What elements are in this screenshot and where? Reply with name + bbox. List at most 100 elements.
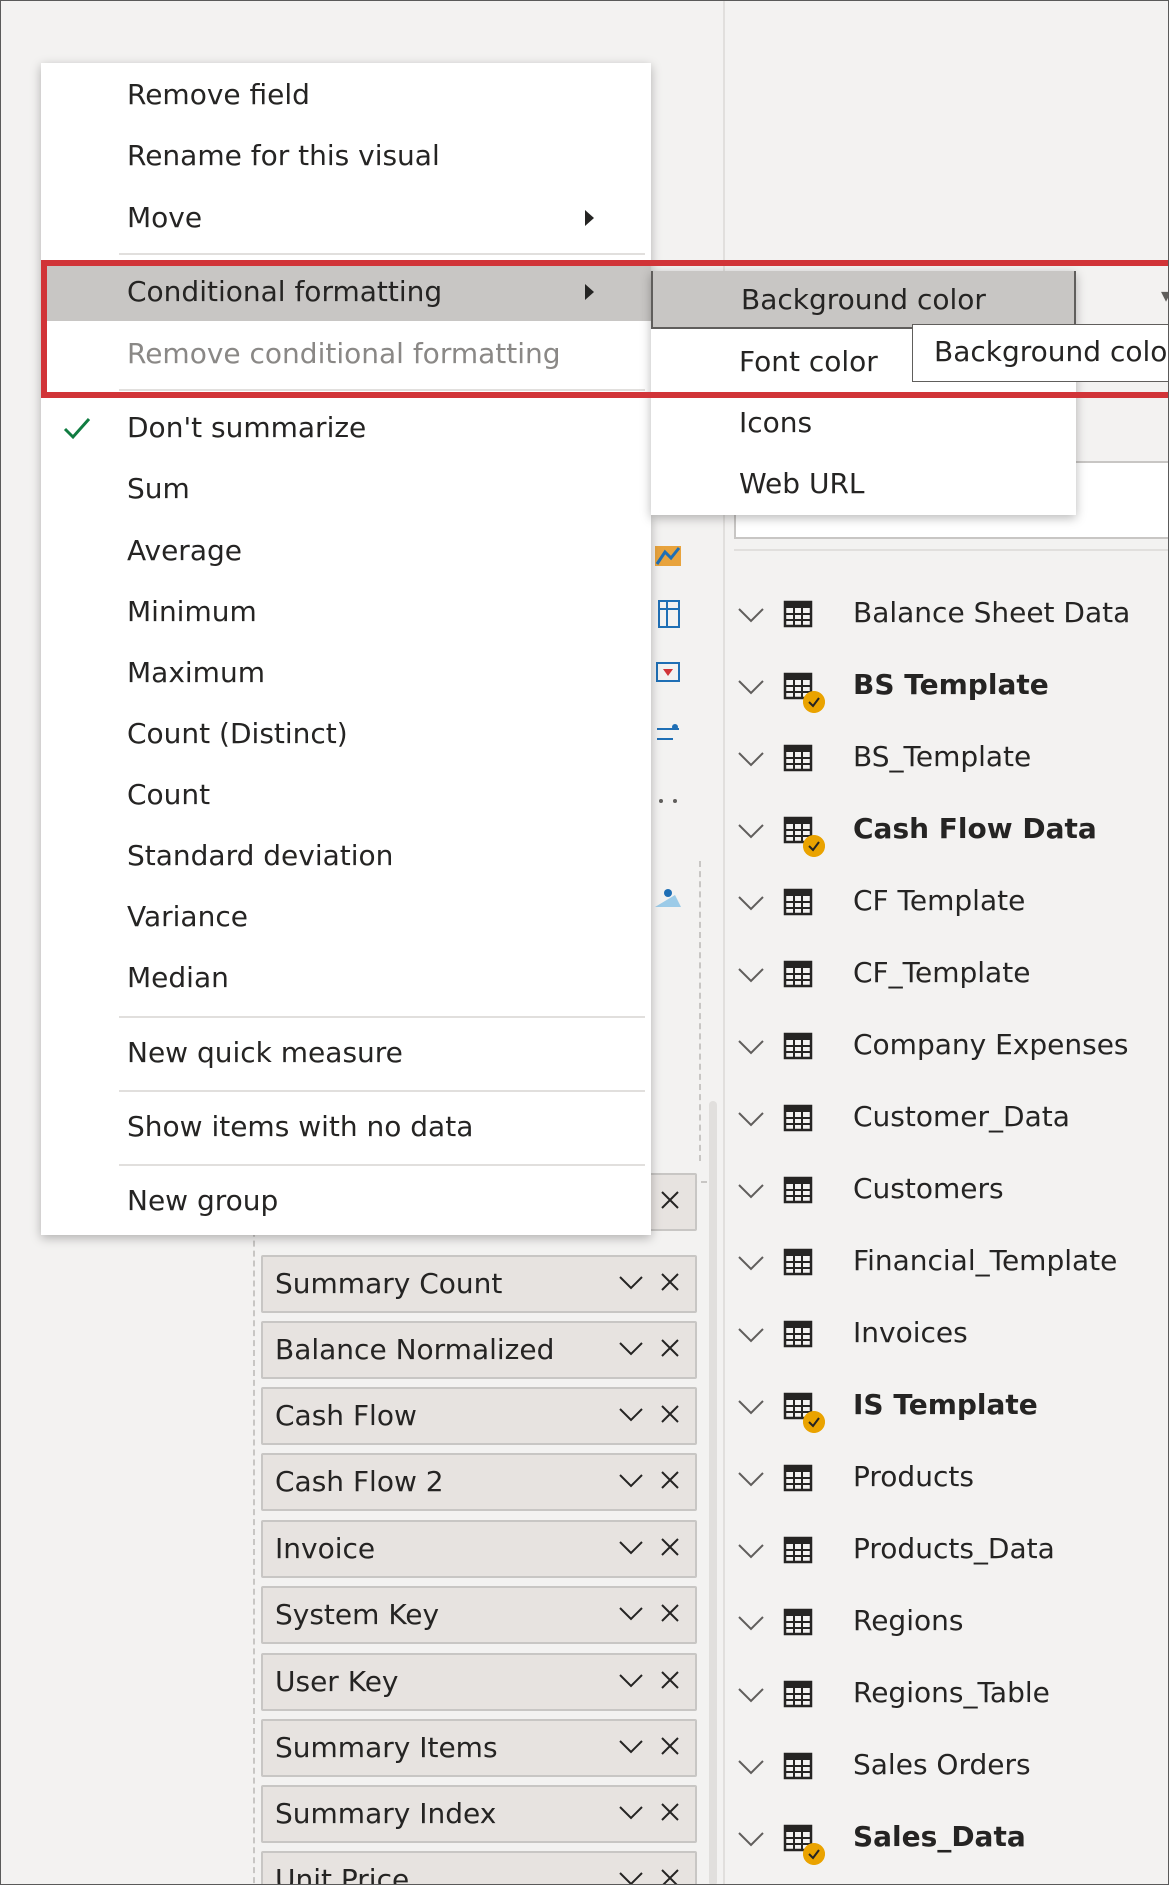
chevron-down-icon[interactable] bbox=[737, 893, 765, 913]
submenu-item-background-color[interactable]: Background color bbox=[651, 271, 1076, 329]
remove-field-icon[interactable] bbox=[659, 1669, 681, 1691]
chevron-down-icon[interactable] bbox=[737, 1613, 765, 1633]
map-visual-icon[interactable] bbox=[651, 538, 685, 572]
menu-item-count[interactable]: Count bbox=[41, 766, 651, 824]
menu-item-show-items-no-data[interactable]: Show items with no data bbox=[41, 1098, 651, 1156]
remove-field-icon[interactable] bbox=[659, 1403, 681, 1425]
field-pill[interactable]: User Key bbox=[261, 1653, 697, 1711]
chevron-down-icon[interactable] bbox=[737, 1757, 765, 1777]
chevron-down-icon[interactable] bbox=[737, 1829, 765, 1849]
table-row[interactable]: CF Template bbox=[723, 865, 1168, 937]
more-visuals-icon[interactable] bbox=[651, 787, 685, 821]
menu-item-rename-for-visual[interactable]: Rename for this visual bbox=[41, 127, 651, 185]
chevron-down-icon[interactable] bbox=[618, 1604, 644, 1624]
chevron-down-icon[interactable] bbox=[737, 605, 765, 625]
table-row[interactable]: Cash Flow Data bbox=[723, 793, 1168, 865]
matrix-visual-icon[interactable] bbox=[651, 597, 685, 631]
chevron-down-icon[interactable] bbox=[618, 1803, 644, 1823]
menu-item-maximum[interactable]: Maximum bbox=[41, 644, 651, 702]
field-pill[interactable]: System Key bbox=[261, 1586, 697, 1644]
chevron-down-icon[interactable] bbox=[618, 1671, 644, 1691]
menu-item-remove-field[interactable]: Remove field bbox=[41, 66, 651, 124]
menu-item-count-distinct[interactable]: Count (Distinct) bbox=[41, 705, 651, 763]
chevron-down-icon[interactable] bbox=[618, 1737, 644, 1757]
smart-narrative-icon[interactable] bbox=[651, 881, 685, 915]
menu-item-minimum[interactable]: Minimum bbox=[41, 583, 651, 641]
table-row[interactable]: Products bbox=[723, 1441, 1168, 1513]
menu-item-label: New quick measure bbox=[127, 1036, 403, 1069]
field-pill[interactable]: Cash Flow bbox=[261, 1387, 697, 1445]
field-pill[interactable]: Cash Flow 2 bbox=[261, 1453, 697, 1511]
remove-field-icon[interactable] bbox=[659, 1602, 681, 1624]
chevron-down-icon[interactable] bbox=[737, 965, 765, 985]
table-row[interactable]: CF_Template bbox=[723, 937, 1168, 1009]
chevron-down-icon[interactable] bbox=[737, 1685, 765, 1705]
field-pill[interactable]: Unit Price bbox=[261, 1851, 697, 1885]
submenu-item-web-url[interactable]: Web URL bbox=[651, 455, 1076, 513]
menu-item-dont-summarize[interactable]: Don't summarize bbox=[41, 399, 651, 457]
menu-item-median[interactable]: Median bbox=[41, 949, 651, 1007]
chevron-down-icon[interactable] bbox=[737, 749, 765, 769]
table-row[interactable]: Regions bbox=[723, 1585, 1168, 1657]
remove-field-icon[interactable] bbox=[659, 1735, 681, 1757]
remove-field-icon[interactable] bbox=[659, 1867, 681, 1885]
field-pill[interactable]: Summary Items bbox=[261, 1719, 697, 1777]
table-row[interactable]: Balance Sheet Data bbox=[723, 577, 1168, 649]
values-scrollbar[interactable] bbox=[709, 1101, 717, 1884]
table-row[interactable]: Products_Data bbox=[723, 1513, 1168, 1585]
menu-item-conditional-formatting[interactable]: Conditional formatting bbox=[41, 263, 651, 321]
remove-field-icon[interactable] bbox=[659, 1469, 681, 1491]
chevron-down-icon[interactable] bbox=[618, 1869, 644, 1885]
table-row[interactable]: Sales Orders bbox=[723, 1729, 1168, 1801]
menu-item-remove-conditional-formatting[interactable]: Remove conditional formatting bbox=[41, 325, 651, 383]
field-pill[interactable]: Balance Normalized bbox=[261, 1321, 697, 1379]
chevron-down-icon[interactable] bbox=[737, 1397, 765, 1417]
menu-item-sum[interactable]: Sum bbox=[41, 460, 651, 518]
chevron-down-icon[interactable] bbox=[618, 1339, 644, 1359]
table-row[interactable]: BS Template bbox=[723, 649, 1168, 721]
chevron-down-icon[interactable] bbox=[618, 1471, 644, 1491]
field-pill[interactable]: Summary Count bbox=[261, 1255, 697, 1313]
chevron-down-icon[interactable] bbox=[618, 1538, 644, 1558]
table-name: Sales Orders bbox=[853, 1748, 1031, 1781]
menu-item-variance[interactable]: Variance bbox=[41, 888, 651, 946]
chevron-down-icon[interactable] bbox=[737, 1541, 765, 1561]
remove-field-icon[interactable] bbox=[659, 1801, 681, 1823]
table-row[interactable]: Company Expenses bbox=[723, 1009, 1168, 1081]
table-row[interactable]: Regions_Table bbox=[723, 1657, 1168, 1729]
table-row[interactable]: Financial_Template bbox=[723, 1225, 1168, 1297]
submenu-item-icons[interactable]: Icons bbox=[651, 394, 1076, 452]
field-pill-label: Cash Flow bbox=[275, 1399, 417, 1432]
remove-field-icon[interactable] bbox=[659, 1536, 681, 1558]
menu-item-label: Rename for this visual bbox=[127, 139, 440, 172]
table-row[interactable]: Invoices bbox=[723, 1297, 1168, 1369]
menu-item-average[interactable]: Average bbox=[41, 522, 651, 580]
chevron-down-icon[interactable] bbox=[737, 1181, 765, 1201]
chevron-down-icon[interactable] bbox=[618, 1273, 644, 1293]
chevron-down-icon[interactable] bbox=[737, 1109, 765, 1129]
kpi-visual-icon[interactable] bbox=[651, 657, 685, 691]
chevron-down-icon[interactable] bbox=[737, 821, 765, 841]
table-row[interactable]: Customer_Data bbox=[723, 1081, 1168, 1153]
menu-item-label: Remove conditional formatting bbox=[127, 337, 561, 370]
menu-item-move[interactable]: Move bbox=[41, 189, 651, 247]
remove-field-icon[interactable] bbox=[659, 1271, 681, 1293]
table-row[interactable]: BS_Template bbox=[723, 721, 1168, 793]
chevron-down-icon[interactable] bbox=[737, 677, 765, 697]
menu-item-new-quick-measure[interactable]: New quick measure bbox=[41, 1024, 651, 1082]
chevron-down-icon[interactable] bbox=[737, 1253, 765, 1273]
table-row[interactable]: Customers bbox=[723, 1153, 1168, 1225]
chevron-down-icon[interactable] bbox=[737, 1325, 765, 1345]
remove-field-icon[interactable] bbox=[659, 1337, 681, 1359]
chevron-down-icon[interactable] bbox=[618, 1405, 644, 1425]
field-pill[interactable]: Invoice bbox=[261, 1520, 697, 1578]
table-row[interactable]: Sales_Data bbox=[723, 1801, 1168, 1873]
slicer-visual-icon[interactable] bbox=[651, 717, 685, 751]
remove-field-icon[interactable] bbox=[659, 1189, 681, 1211]
field-pill[interactable]: Summary Index bbox=[261, 1785, 697, 1843]
chevron-down-icon[interactable] bbox=[737, 1037, 765, 1057]
table-row[interactable]: IS Template bbox=[723, 1369, 1168, 1441]
menu-item-standard-deviation[interactable]: Standard deviation bbox=[41, 827, 651, 885]
chevron-down-icon[interactable] bbox=[737, 1469, 765, 1489]
menu-item-new-group[interactable]: New group bbox=[41, 1172, 651, 1230]
